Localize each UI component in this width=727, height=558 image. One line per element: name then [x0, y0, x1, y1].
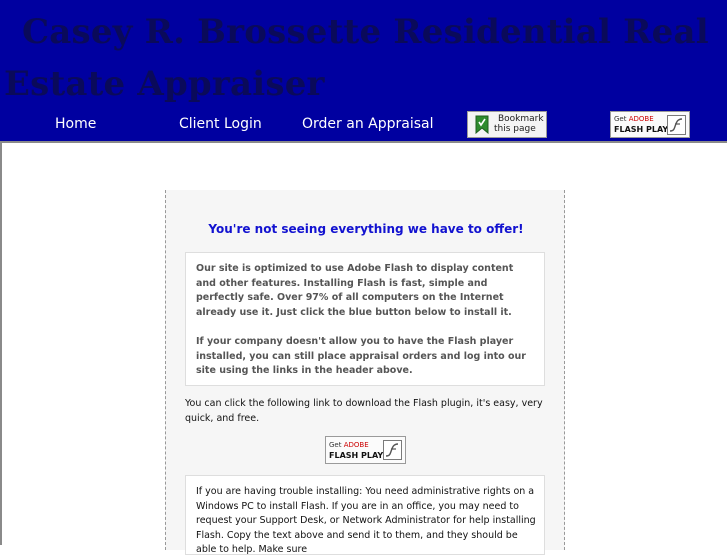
- bookmark-label: Bookmark this page: [494, 114, 544, 134]
- install-trouble-text: If you are having trouble installing: Yo…: [196, 486, 536, 555]
- download-link-text: You can click the following link to down…: [185, 398, 543, 424]
- bookmark-button[interactable]: Bookmark this page: [467, 111, 547, 138]
- flash-logo-icon: [383, 440, 402, 460]
- flash-info-paragraph: Our site is optimized to use Adobe Flash…: [196, 263, 514, 318]
- site-title: Casey R. Brossette Residential Real Esta…: [4, 12, 709, 104]
- flash-logo-icon: [667, 115, 686, 135]
- bookmark-icon: [475, 115, 489, 134]
- get-flash-player-button-header[interactable]: Get ADOBE FLASH PLAYER: [610, 111, 690, 138]
- get-adobe-label: Get ADOBE: [614, 115, 654, 123]
- site-header: Casey R. Brossette Residential Real Esta…: [0, 0, 727, 141]
- flash-warning-heading: You're not seeing everything we have to …: [208, 222, 524, 236]
- nav-home-link[interactable]: Home: [55, 116, 96, 132]
- flash-notice-box: You're not seeing everything we have to …: [165, 190, 565, 555]
- get-flash-player-button[interactable]: Get ADOBE FLASH PLAYER: [325, 436, 406, 464]
- flash-alternative-paragraph: If your company doesn't allow you to hav…: [196, 336, 526, 376]
- get-adobe-label: Get ADOBE: [329, 441, 369, 449]
- install-trouble-panel: If you are having trouble installing: Yo…: [185, 475, 545, 555]
- flash-info-panel: Our site is optimized to use Adobe Flash…: [185, 252, 545, 386]
- nav-client-login-link[interactable]: Client Login: [179, 116, 262, 132]
- nav-order-appraisal-link[interactable]: Order an Appraisal: [302, 116, 433, 132]
